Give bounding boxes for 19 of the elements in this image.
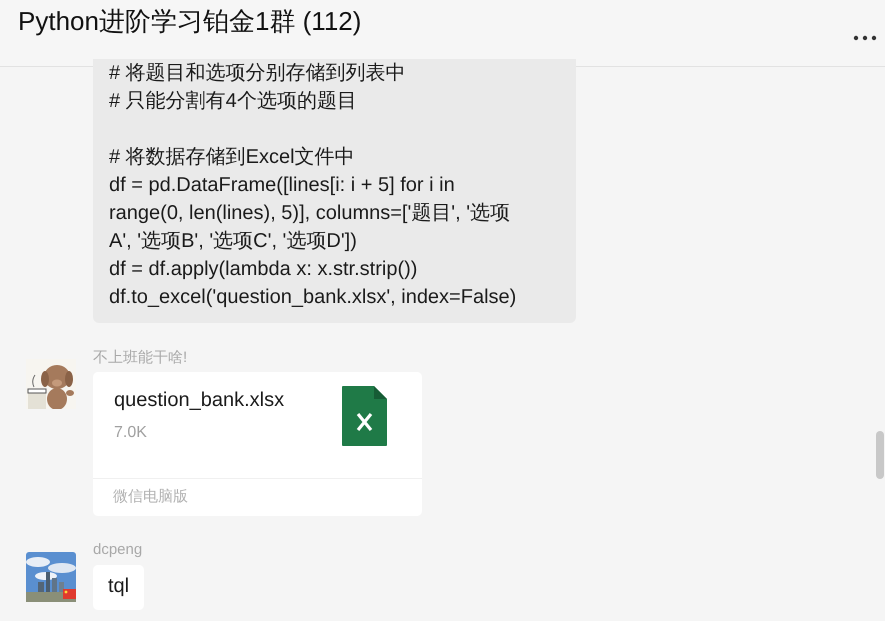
code-line: # 只能分割有4个选项的题目 [109, 89, 358, 114]
sender-name: 不上班能干啥! [93, 348, 188, 368]
scrollbar-thumb[interactable] [876, 431, 884, 479]
code-line: df = df.apply(lambda x: x.str.strip()) [109, 257, 418, 282]
more-icon[interactable] [853, 35, 877, 41]
code-line: # 将题目和选项分别存储到列表中 [109, 61, 407, 86]
message-bubble: tql [93, 565, 144, 610]
chat-title: Python进阶学习铂金1群 (112) [18, 4, 362, 38]
spreadsheet-file-icon [342, 386, 387, 446]
sender-name: dcpeng [93, 541, 144, 560]
file-source: 微信电脑版 [93, 478, 422, 516]
file-card[interactable]: question_bank.xlsx 7.0K 微信电脑版 [93, 372, 422, 516]
file-size: 7.0K [114, 424, 148, 442]
code-line: df.to_excel('question_bank.xlsx', index=False) [109, 285, 518, 310]
code-line: A', '选项B', '选项C', '选项D']) [109, 229, 358, 254]
code-line: df = pd.DataFrame([lines[i: i + 5] for i in [109, 173, 456, 198]
code-line: range(0, len(lines), 5)], columns=['题目', '选项 [109, 201, 512, 226]
code-line: # 将数据存储到Excel文件中 [109, 145, 356, 170]
file-name: question_bank.xlsx [114, 389, 284, 412]
